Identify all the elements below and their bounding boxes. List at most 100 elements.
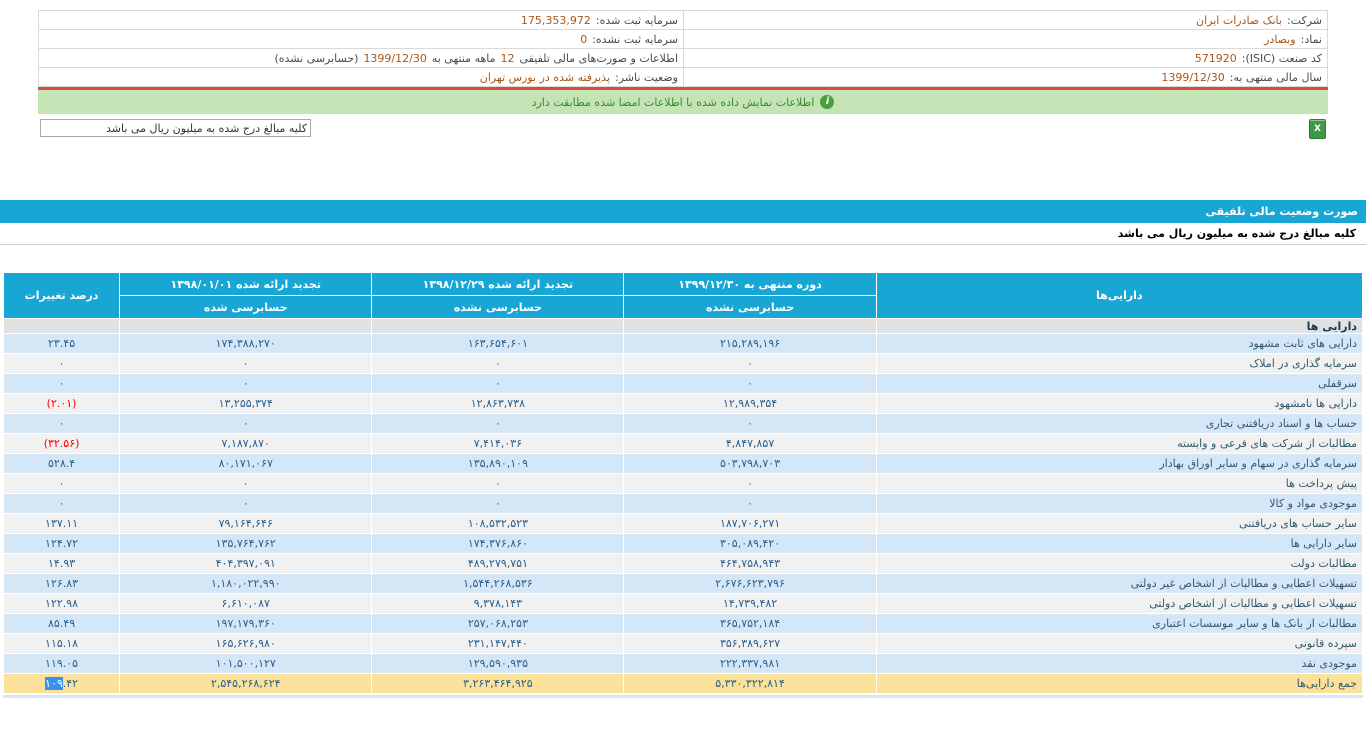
- value-1398-12-29-cell: ۱۲,۸۶۳,۷۳۸: [371, 393, 625, 414]
- value-1398-01-01-cell: ۰: [119, 413, 373, 434]
- value-1399-12-30-cell: ۰: [623, 493, 877, 514]
- table-row: جمع دارایی‌ها ۵,۳۳۰,۳۲۲,۸۱۴ ۳,۲۶۳,۴۶۴,۹۲…: [2, 673, 1364, 694]
- asset-name-cell: تسهیلات اعطایی و مطالبات از اشخاص دولتی: [875, 593, 1364, 614]
- percent-change-cell: (۲.۰۱): [2, 393, 121, 414]
- table-row: سایر دارایی ها ۳۰۵,۰۸۹,۴۲۰ ۱۷۴,۳۷۶,۸۶۰ ۱…: [2, 533, 1364, 554]
- audit-status-current: حسابرسی نشده: [623, 295, 877, 319]
- statement-date: 1399/12/30: [363, 51, 427, 65]
- assets-table-wrap: دارایی‌ها دوره منتهی به ۱۳۹۹/۱۲/۳۰ تجدید…: [2, 272, 1364, 694]
- value-1398-01-01-cell: ۰: [119, 493, 373, 514]
- unit-select[interactable]: کلیه مبالغ درج شده به میلیون ریال می باش…: [40, 119, 311, 137]
- assets-column-header: دارایی‌ها: [875, 272, 1364, 319]
- percent-change-cell: ۵۲۸.۴: [2, 453, 121, 474]
- publisher-status-value: پذیرفته شده در بورس تهران: [479, 70, 611, 84]
- company-value: بانک صادرات ایران: [1196, 13, 1282, 27]
- percent-change-header: درصد تغییرات: [2, 272, 121, 319]
- fiscal-year-label: سال مالی منتهی به:: [1229, 70, 1322, 84]
- table-row: پیش پرداخت ها ۰ ۰ ۰ ۰: [2, 473, 1364, 494]
- asset-name-cell: مطالبات دولت: [875, 553, 1364, 574]
- value-1398-12-29-cell: ۰: [371, 473, 625, 494]
- value-1398-12-29-cell: ۴۸۹,۲۷۹,۷۵۱: [371, 553, 625, 574]
- table-row: مطالبات از شرکت های فرعی و وابسته ۴,۸۴۷,…: [2, 433, 1364, 454]
- value-1398-01-01-cell: ۰: [119, 373, 373, 394]
- value-1398-01-01-cell: ۱۳,۲۵۵,۳۷۴: [119, 393, 373, 414]
- table-row: موجودی نقد ۲۲۲,۳۳۷,۹۸۱ ۱۲۹,۵۹۰,۹۳۵ ۱۰۱,۵…: [2, 653, 1364, 674]
- assets-table: دارایی‌ها دوره منتهی به ۱۳۹۹/۱۲/۳۰ تجدید…: [2, 272, 1364, 694]
- value-1399-12-30-cell: ۳۶۵,۷۵۲,۱۸۴: [623, 613, 877, 634]
- unregistered-capital-label: سرمایه ثبت نشده:: [592, 32, 678, 46]
- value-1398-01-01-cell: ۱۶۵,۶۲۶,۹۸۰: [119, 633, 373, 654]
- audit-status-1398-01: حسابرسی شده: [119, 295, 373, 319]
- value-1398-01-01-cell: ۷۹,۱۶۴,۶۴۶: [119, 513, 373, 534]
- symbol-cell: نماد: وبصادر: [683, 30, 1327, 48]
- asset-name-cell: دارایی های ثابت مشهود: [875, 333, 1364, 354]
- value-1398-01-01-cell: ۴۰۴,۳۹۷,۰۹۱: [119, 553, 373, 574]
- value-1398-12-29-cell: ۰: [371, 413, 625, 434]
- unit-select-value: کلیه مبالغ درج شده به میلیون ریال می باش…: [106, 121, 307, 135]
- value-1399-12-30-cell: ۰: [623, 353, 877, 374]
- statement-suffix: (حسابرسی نشده): [274, 51, 359, 65]
- controls-row: X کلیه مبالغ درج شده به میلیون ریال می ب…: [40, 119, 1326, 143]
- asset-name-cell: سپرده قانونی: [875, 633, 1364, 654]
- excel-export-icon[interactable]: X: [1309, 119, 1326, 139]
- assets-table-head: دارایی‌ها دوره منتهی به ۱۳۹۹/۱۲/۳۰ تجدید…: [2, 272, 1364, 319]
- table-row: مطالبات از بانک ها و سایر موسسات اعتباری…: [2, 613, 1364, 634]
- value-1398-01-01-cell: ۰: [119, 473, 373, 494]
- assets-table-body: دارایی ها دارایی های ثابت مشهود ۲۱۵,۲۸۹,…: [2, 318, 1364, 694]
- audit-status-1398-12: حسابرسی نشده: [371, 295, 625, 319]
- info-icon: i: [820, 95, 835, 109]
- value-1398-01-01-cell: ۷,۱۸۷,۸۷۰: [119, 433, 373, 454]
- percent-change-cell: ۲۳.۴۵: [2, 333, 121, 354]
- percent-change-cell: ۱۲۲.۹۸: [2, 593, 121, 614]
- value-1398-12-29-cell: [371, 318, 625, 334]
- table-row: تسهیلات اعطایی و مطالبات از اشخاص دولتی …: [2, 593, 1364, 614]
- value-1398-12-29-cell: ۲۳۱,۱۴۷,۴۴۰: [371, 633, 625, 654]
- value-1399-12-30-cell: ۰: [623, 373, 877, 394]
- asset-name-cell: تسهیلات اعطایی و مطالبات از اشخاص غیر دو…: [875, 573, 1364, 594]
- table-row: دارایی ها نامشهود ۱۲,۹۸۹,۳۵۴ ۱۲,۸۶۳,۷۳۸ …: [2, 393, 1364, 414]
- value-1399-12-30-cell: ۲۱۵,۲۸۹,۱۹۶: [623, 333, 877, 354]
- asset-name-cell: سایر دارایی ها: [875, 533, 1364, 554]
- financial-statement-page: { "colors":{ "accent_cyan":"#18a6d4","ba…: [0, 10, 1366, 738]
- symbol-value: وبصادر: [1264, 32, 1296, 46]
- isic-label: کد صنعت (ISIC):: [1241, 51, 1322, 65]
- percent-change-cell: ۱۱۹.۰۵: [2, 653, 121, 674]
- publisher-status-label: وضعیت ناشر:: [615, 70, 678, 84]
- unregistered-capital-cell: سرمایه ثبت نشده: 0: [39, 30, 683, 48]
- value-1398-12-29-cell: ۱۷۴,۳۷۶,۸۶۰: [371, 533, 625, 554]
- statement-prefix: اطلاعات و صورت‌های مالی تلفیقی: [519, 51, 678, 65]
- percent-change-cell: ۸۵.۴۹: [2, 613, 121, 634]
- info-row-symbol: نماد: وبصادر سرمایه ثبت نشده: 0: [39, 30, 1327, 49]
- percent-change-cell: ۰: [2, 413, 121, 434]
- unregistered-capital-value: 0: [580, 32, 588, 46]
- value-1398-12-29-cell: ۹,۳۷۸,۱۴۳: [371, 593, 625, 614]
- value-1398-01-01-cell: ۶,۶۱۰,۰۸۷: [119, 593, 373, 614]
- company-info-table: شرکت: بانک صادرات ایران سرمایه ثبت شده: …: [38, 10, 1328, 87]
- value-1399-12-30-cell: ۱۲,۹۸۹,۳۵۴: [623, 393, 877, 414]
- value-1398-12-29-cell: ۱۳۵,۸۹۰,۱۰۹: [371, 453, 625, 474]
- table-row: مطالبات دولت ۴۶۴,۷۵۸,۹۴۳ ۴۸۹,۲۷۹,۷۵۱ ۴۰۴…: [2, 553, 1364, 574]
- table-row: موجودی مواد و کالا ۰ ۰ ۰ ۰: [2, 493, 1364, 514]
- percent-change-cell: ۰: [2, 373, 121, 394]
- statement-months: 12: [500, 51, 515, 65]
- percent-change-cell: ۱۲۴.۷۲: [2, 533, 121, 554]
- asset-name-cell: سرمایه گذاری در املاک: [875, 353, 1364, 374]
- value-1398-12-29-cell: ۱۶۳,۶۵۴,۶۰۱: [371, 333, 625, 354]
- info-row-fiscal: سال مالی منتهی به: 1399/12/30 وضعیت ناشر…: [39, 68, 1327, 87]
- value-1399-12-30-cell: ۵۰۳,۷۹۸,۷۰۳: [623, 453, 877, 474]
- value-1398-12-29-cell: ۰: [371, 493, 625, 514]
- value-1398-12-29-cell: ۲۵۷,۰۶۸,۲۵۳: [371, 613, 625, 634]
- period-restated-1398-01-header: تجدید ارائه شده ۱۳۹۸/۰۱/۰۱: [119, 272, 373, 296]
- asset-name-cell: سرقفلی: [875, 373, 1364, 394]
- table-row: دارایی های ثابت مشهود ۲۱۵,۲۸۹,۱۹۶ ۱۶۳,۶۵…: [2, 333, 1364, 354]
- value-1399-12-30-cell: ۴۶۴,۷۵۸,۹۴۳: [623, 553, 877, 574]
- fiscal-year-cell: سال مالی منتهی به: 1399/12/30: [683, 68, 1327, 86]
- table-row: دارایی ها: [2, 318, 1364, 334]
- asset-name-cell: سایر حساب های دریافتنی: [875, 513, 1364, 534]
- value-1399-12-30-cell: ۰: [623, 473, 877, 494]
- value-1398-01-01-cell: ۱۷۴,۳۸۸,۲۷۰: [119, 333, 373, 354]
- percent-change-cell: (۳۲.۵۶): [2, 433, 121, 454]
- value-1398-01-01-cell: ۲,۵۴۵,۲۶۸,۶۲۴: [119, 673, 373, 694]
- asset-name-cell: پیش پرداخت ها: [875, 473, 1364, 494]
- value-1398-12-29-cell: ۱,۵۴۴,۲۶۸,۵۳۶: [371, 573, 625, 594]
